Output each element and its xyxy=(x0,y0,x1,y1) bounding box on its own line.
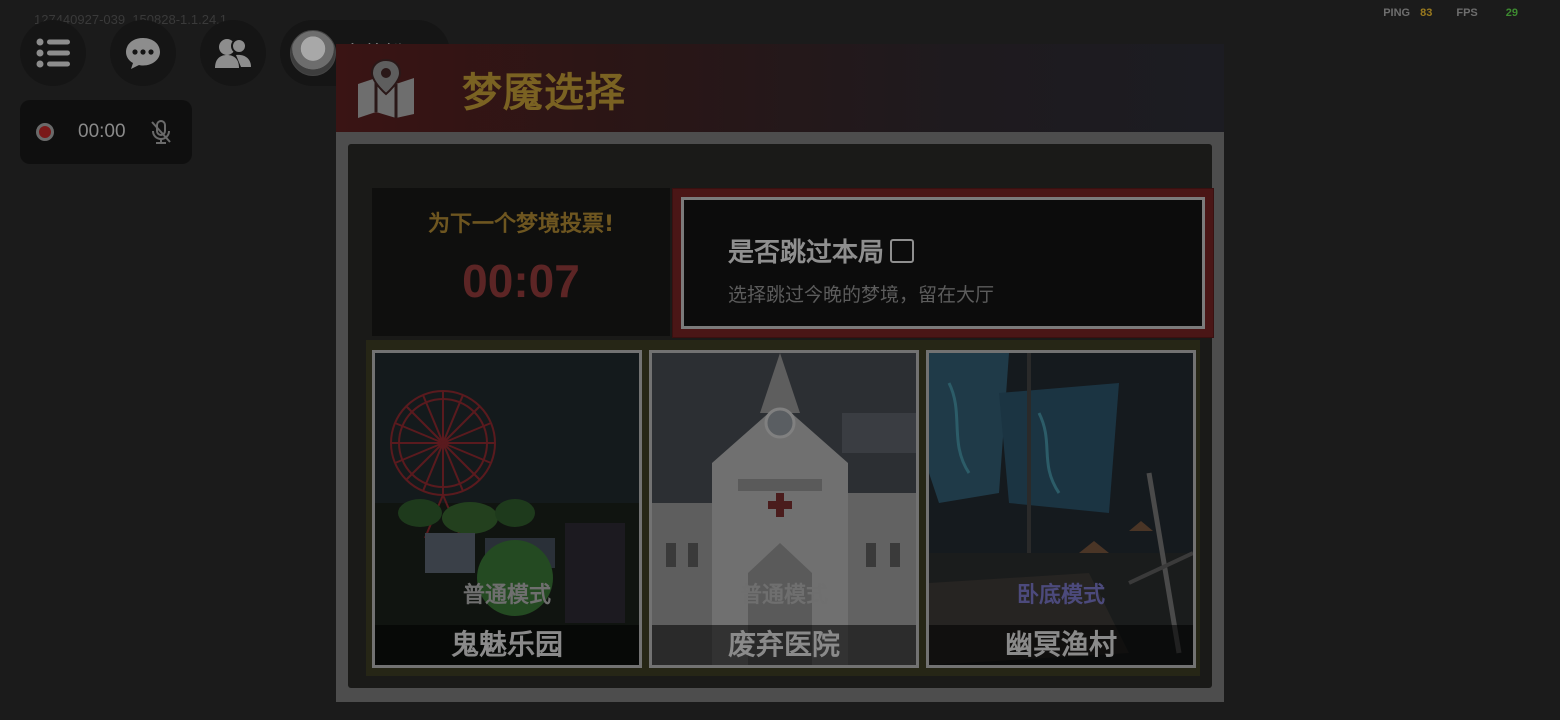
map-name: 幽冥渔村 xyxy=(1004,628,1117,661)
fps-label: FPS xyxy=(1456,7,1478,19)
map-card-abandoned-hospital[interactable]: 普通模式 废弃医院 xyxy=(649,350,919,668)
record-dot-icon[interactable] xyxy=(36,123,54,141)
vote-label: 为下一个梦境投票! xyxy=(427,212,615,237)
panel-inner: 为下一个梦境投票! 00:07 是否跳过本局 选择跳过今晚的梦境，留在大厅 普通… xyxy=(348,144,1214,688)
friends-button[interactable] xyxy=(200,20,266,86)
page-title: 梦魇选择 xyxy=(462,70,626,116)
map-list: 普通模式 鬼魅乐园 普通模式 废弃医院 卧底模式 幽冥渔村 xyxy=(366,340,1200,676)
skip-subtitle: 选择跳过今晚的梦境，留在大厅 xyxy=(728,284,995,306)
ping-value: 83 xyxy=(1420,7,1433,19)
skip-round-option[interactable]: 是否跳过本局 选择跳过今晚的梦境，留在大厅 xyxy=(672,188,1214,338)
nightmare-select-panel: 为下一个梦境投票! 00:07 是否跳过本局 选择跳过今晚的梦境，留在大厅 普通… xyxy=(336,132,1224,702)
mic-muted-icon[interactable] xyxy=(150,119,172,145)
map-thumbnail xyxy=(375,353,639,665)
menu-button[interactable] xyxy=(20,20,86,86)
ping-label: PING xyxy=(1383,7,1411,19)
list-icon xyxy=(36,38,70,68)
map-thumbnail xyxy=(929,353,1193,665)
map-pin-icon xyxy=(354,58,418,118)
map-mode-label: 卧底模式 xyxy=(1016,583,1105,608)
map-name: 鬼魅乐园 xyxy=(450,628,563,661)
vote-timer: 00:07 xyxy=(462,255,580,307)
map-thumbnail xyxy=(652,353,916,665)
perf-stats: PING 83 FPS 29 xyxy=(1383,7,1518,19)
chat-bubble-icon xyxy=(126,38,160,69)
map-mode-label: 普通模式 xyxy=(739,583,828,608)
skip-title-label: 是否跳过本局 xyxy=(728,238,885,268)
title-banner: 梦魇选择 xyxy=(336,44,1224,132)
friends-icon xyxy=(215,38,251,68)
vote-box: 为下一个梦境投票! 00:07 xyxy=(372,188,670,336)
skip-checkbox[interactable] xyxy=(890,238,915,263)
chat-button[interactable] xyxy=(110,20,176,86)
skip-round-inner: 是否跳过本局 选择跳过今晚的梦境，留在大厅 xyxy=(681,197,1205,329)
skip-title: 是否跳过本局 xyxy=(728,232,915,269)
recorder-widget: 00:00 xyxy=(20,100,192,164)
map-card-netherworld-village[interactable]: 卧底模式 幽冥渔村 xyxy=(926,350,1196,668)
avatar xyxy=(290,30,336,76)
fps-value: 29 xyxy=(1505,7,1518,19)
map-name: 废弃医院 xyxy=(727,628,840,661)
recorder-time: 00:00 xyxy=(78,121,126,142)
map-card-ghost-park[interactable]: 普通模式 鬼魅乐园 xyxy=(372,350,642,668)
map-mode-label: 普通模式 xyxy=(462,583,551,608)
